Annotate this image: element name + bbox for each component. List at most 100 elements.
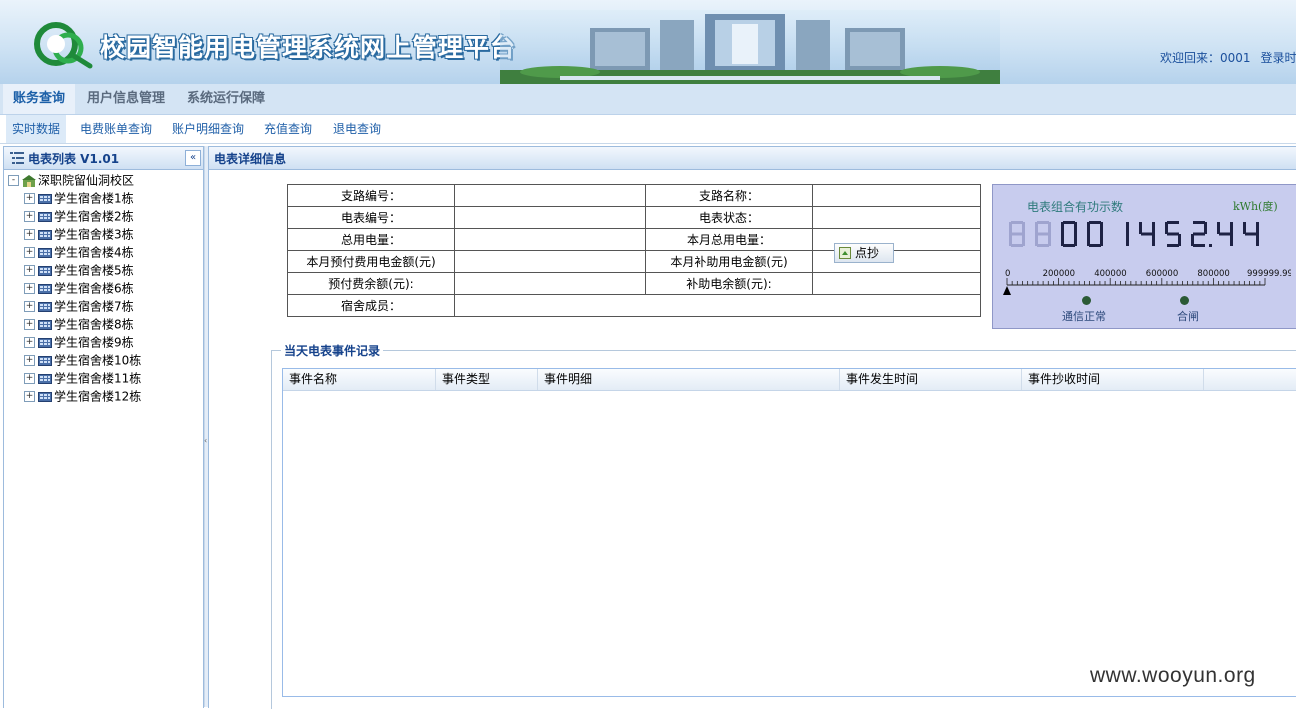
subtab-account-detail[interactable]: 账户明细查询 <box>166 115 250 143</box>
meter-scale: 0 200000 400000 600000 800000 999999.99 <box>1003 269 1291 295</box>
subtab-realtime[interactable]: 实时数据 <box>6 115 67 143</box>
campus-illustration <box>500 10 1000 84</box>
meter-list-header: 电表列表 V1.01 « <box>4 147 203 170</box>
tree-node-building[interactable]: + 学生宿舍楼1栋 <box>24 189 134 207</box>
label-month-prepaid-amount: 本月预付费用电金额(元) <box>287 250 455 273</box>
tree-node-label[interactable]: 学生宿舍楼1栋 <box>54 192 134 206</box>
tree-node-building[interactable]: + 学生宿舍楼4栋 <box>24 243 134 261</box>
switch-status-label: 合闸 <box>1177 310 1199 323</box>
tree-node-building[interactable]: + 学生宿舍楼6栋 <box>24 279 134 297</box>
tree-node-label[interactable]: 学生宿舍楼2栋 <box>54 210 134 224</box>
building-icon <box>38 247 52 258</box>
col-event-name[interactable]: 事件名称 <box>283 369 436 390</box>
tree-node-building[interactable]: + 学生宿舍楼3栋 <box>24 225 134 243</box>
col-event-type[interactable]: 事件类型 <box>436 369 538 390</box>
building-icon <box>38 391 52 402</box>
label-branch-name: 支路名称： <box>645 184 813 207</box>
meter-list-panel: 电表列表 V1.01 « - 深职院留仙洞校区 + 学生宿舍楼1栋 + 学生宿舍楼2栋 + 学… <box>3 146 204 708</box>
col-event-detail[interactable]: 事件明细 <box>538 369 840 390</box>
expand-node-icon[interactable]: + <box>24 373 35 384</box>
meter-detail-header: 电表详细信息 <box>209 147 1296 170</box>
tree-node-label[interactable]: 学生宿舍楼12栋 <box>54 390 141 404</box>
app-title: 校园智能用电管理系统网上管理平台 <box>100 33 517 62</box>
tree-node-label[interactable]: 学生宿舍楼11栋 <box>54 372 141 386</box>
expand-node-icon[interactable]: + <box>24 355 35 366</box>
tree-node-building[interactable]: + 学生宿舍楼5栋 <box>24 261 134 279</box>
building-icon <box>38 319 52 330</box>
expand-node-icon[interactable]: + <box>24 283 35 294</box>
subtab-refund-query[interactable]: 退电查询 <box>327 115 387 143</box>
label-meter-status: 电表状态： <box>645 206 813 229</box>
tree-node-building[interactable]: + 学生宿舍楼2栋 <box>24 207 134 225</box>
tab-system-ops[interactable]: 系统运行保障 <box>177 84 275 114</box>
login-time-link[interactable]: 登录时 <box>1261 51 1296 65</box>
tree-node-building[interactable]: + 学生宿舍楼8栋 <box>24 315 134 333</box>
meter-digit <box>1243 222 1259 246</box>
building-icon <box>38 193 52 204</box>
building-icon <box>38 283 52 294</box>
read-meter-button[interactable]: 点抄 <box>834 243 894 263</box>
expand-node-icon[interactable]: + <box>24 391 35 402</box>
label-meter-no: 电表编号： <box>287 206 455 229</box>
scale-tick-label: 999999.99 <box>1247 269 1291 279</box>
tree-node-building[interactable]: + 学生宿舍楼10栋 <box>24 351 141 369</box>
building-icon <box>38 355 52 366</box>
meter-display: 电表组合有功示数 kWh(度) 0 200000 400000 600000 80000… <box>992 184 1296 329</box>
col-event-time[interactable]: 事件发生时间 <box>840 369 1022 390</box>
tree-node-campus[interactable]: - 深职院留仙洞校区 <box>8 171 134 189</box>
value-branch-no <box>454 184 646 207</box>
building-icon <box>38 301 52 312</box>
value-branch-name <box>812 184 981 207</box>
tree-node-label[interactable]: 学生宿舍楼4栋 <box>54 246 134 260</box>
value-dorm-members <box>454 294 981 317</box>
meter-digit <box>1165 221 1181 247</box>
building-icon <box>38 265 52 276</box>
tree-node-label[interactable]: 学生宿舍楼8栋 <box>54 318 134 332</box>
expand-node-icon[interactable]: + <box>24 211 35 222</box>
tree-node-label[interactable]: 学生宿舍楼6栋 <box>54 282 134 296</box>
tree-node-building[interactable]: + 学生宿舍楼7栋 <box>24 297 134 315</box>
scale-tick-label: 0 <box>1005 269 1010 279</box>
expand-node-icon[interactable]: + <box>24 337 35 348</box>
tab-billing-query[interactable]: 账务查询 <box>3 84 76 114</box>
label-month-total-usage: 本月总用电量： <box>645 228 813 251</box>
col-event-read-time[interactable]: 事件抄收时间 <box>1022 369 1204 390</box>
meter-digit <box>1191 221 1212 247</box>
expand-node-icon[interactable]: + <box>24 229 35 240</box>
meter-ghost-digit <box>1035 221 1051 247</box>
tree-node-building[interactable]: + 学生宿舍楼9栋 <box>24 333 134 351</box>
tree-node-building[interactable]: + 学生宿舍楼11栋 <box>24 369 141 387</box>
col-filler <box>1204 369 1296 390</box>
label-branch-no: 支路编号： <box>287 184 455 207</box>
expand-node-icon[interactable]: + <box>24 301 35 312</box>
tree-node-label[interactable]: 深职院留仙洞校区 <box>38 174 134 188</box>
logo-icon <box>34 22 93 69</box>
collapse-node-icon[interactable]: - <box>8 175 19 186</box>
expand-node-icon[interactable]: + <box>24 319 35 330</box>
meter-reading-digits <box>1009 221 1259 247</box>
expand-node-icon[interactable]: + <box>24 193 35 204</box>
building-icon <box>38 229 52 240</box>
tree-node-label[interactable]: 学生宿舍楼9栋 <box>54 336 134 350</box>
comm-status-label: 通信正常 <box>1062 310 1106 323</box>
subtab-bill-query[interactable]: 电费账单查询 <box>74 115 158 143</box>
value-prepaid-balance <box>454 272 646 295</box>
welcome-text: 欢迎回来：0001 <box>1160 51 1251 65</box>
tab-user-info[interactable]: 用户信息管理 <box>77 84 175 114</box>
subtab-recharge-query[interactable]: 充值查询 <box>258 115 318 143</box>
scale-pointer-icon <box>1003 286 1011 295</box>
tree-node-label[interactable]: 学生宿舍楼7栋 <box>54 300 134 314</box>
expand-node-icon[interactable]: + <box>24 247 35 258</box>
meter-detail-panel: 电表详细信息 支路编号： 支路名称： 电表编号： 电表状态： 总用电量： 本月总… <box>208 146 1296 709</box>
value-month-prepaid-amount <box>454 250 646 273</box>
tree-node-label[interactable]: 学生宿舍楼3栋 <box>54 228 134 242</box>
collapse-panel-button[interactable]: « <box>185 150 201 166</box>
expand-node-icon[interactable]: + <box>24 265 35 276</box>
meter-digit <box>1087 221 1103 247</box>
events-legend: 当天电表事件记录 <box>281 342 384 359</box>
tree-node-label[interactable]: 学生宿舍楼5栋 <box>54 264 134 278</box>
tree-node-building[interactable]: + 学生宿舍楼12栋 <box>24 387 141 405</box>
watermark: www.wooyun.org <box>1090 664 1256 687</box>
meter-list-title: 电表列表 V1.01 <box>28 152 120 166</box>
tree-node-label[interactable]: 学生宿舍楼10栋 <box>54 354 141 368</box>
